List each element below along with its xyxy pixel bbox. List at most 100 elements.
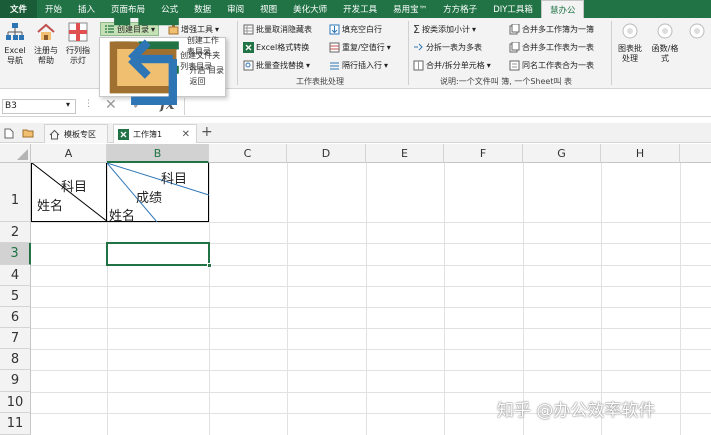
ribbon-separator [237,21,238,85]
function-format-button[interactable]: 函数/格 式 [648,22,682,64]
batch-cancel-hide-button[interactable]: 批量取消隐藏表 [243,22,312,36]
excel-convert-button[interactable]: Excel格式转换 [243,40,309,54]
name-box-dropdown-icon[interactable]: ▾ [66,100,70,109]
repeat-empty-rows-button[interactable]: 重复/空值行 ▾ [329,40,391,54]
row-header-5[interactable]: 5 [0,286,31,307]
spreadsheet-grid: A B C D E F G H 1 2 3 4 5 6 7 8 9 10 11 … [0,144,711,435]
tab-template-zone[interactable]: 模板专区 [44,124,108,143]
row-header-10[interactable]: 10 [0,392,31,413]
circle-icon [657,23,673,39]
cell-a1-header-top: 科目 [61,180,88,195]
row-header-11[interactable]: 11 [0,413,31,435]
row-header-6[interactable]: 6 [0,307,31,328]
merge-same-name-button[interactable]: 同名工作表合为一表 [509,58,594,72]
menu-review[interactable]: 审阅 [219,0,252,18]
tab-workbook-label: 工作簿1 [133,129,163,139]
fill-handle[interactable] [207,263,212,268]
excel-nav-label: Excel 导航 [4,46,26,65]
dropdown-item-toc-return[interactable]: 开启 目录返回 [100,39,225,105]
tab-workbook[interactable]: 工作簿1 ✕ [113,124,197,143]
name-box[interactable]: B3 [2,99,76,114]
sum-by-category-button[interactable]: Σ 按类添加小计 ▾ [413,22,476,36]
create-toc-dropdown: 创建工作表目录 创建文件夹列表目录 开启 目录返回 [99,17,226,105]
merge-sheets-button[interactable]: 合并多工作表为一表 [509,40,594,54]
function-format-label: 函数/格 式 [651,44,679,63]
grid-line [31,349,711,350]
cell-b1[interactable]: 科目 成绩 姓名 [107,163,209,224]
folder-icon[interactable] [22,129,34,138]
menu-data[interactable]: 数据 [186,0,219,18]
merge-workbooks-button[interactable]: 合并多工作簿为一簿 [509,22,594,36]
row-col-highlight-button[interactable]: 行列指 示灯 [62,22,94,66]
excel-nav-button[interactable]: Excel 导航 [2,22,28,66]
new-file-icon[interactable] [4,128,14,139]
insert-rows-icon [330,62,339,69]
column-header-overflow [680,144,711,163]
row-header-3[interactable]: 3 [0,243,31,265]
fill-down-icon [329,24,340,34]
split-table-button[interactable]: 分拆一表为多表 [413,40,482,54]
selected-cell-b3[interactable] [106,242,212,268]
chevron-down-icon: ▾ [486,60,491,70]
column-header-f[interactable]: F [444,144,523,163]
menu-view[interactable]: 视图 [252,0,285,18]
column-header-d[interactable]: D [287,144,366,163]
column-header-b[interactable]: B [107,144,209,163]
same-name-icon [509,60,520,70]
register-help-label: 注册与 帮助 [34,46,58,65]
extra-button[interactable] [684,22,710,44]
merge-split-cells-button[interactable]: 合并/拆分单元格 ▾ [413,58,491,72]
column-header-g[interactable]: G [523,144,601,163]
batch-find-replace-button[interactable]: 批量查找替换 ▾ [243,58,310,72]
menu-developer[interactable]: 开发工具 [335,0,385,18]
menu-file[interactable]: 文件 [0,0,38,18]
cell-a1[interactable]: 科目 姓名 [31,163,108,222]
interval-insert-rows-button[interactable]: 隔行插入行 ▾ [329,58,388,72]
chart-batch-button[interactable]: 图表批 处理 [614,22,646,64]
home-outline-icon [49,129,60,139]
menu-insert[interactable]: 插入 [70,0,103,18]
row-header-2[interactable]: 2 [0,222,31,243]
register-help-button[interactable]: 注册与 帮助 [30,22,62,66]
find-replace-icon [243,60,254,70]
column-header-a[interactable]: A [31,144,107,163]
menu-home[interactable]: 开始 [37,0,70,18]
row-header-1[interactable]: 1 [0,163,31,222]
close-tab-icon[interactable]: ✕ [182,129,190,140]
more-dots-icon: ⋮ [84,99,93,109]
column-header-c[interactable]: C [209,144,287,163]
column-header-e[interactable]: E [366,144,444,163]
ribbon-separator [611,21,612,85]
menu-beautify[interactable]: 美化大师 [285,0,335,18]
grid-line [601,163,602,435]
sheets-icon [243,24,254,34]
row-header-8[interactable]: 8 [0,349,31,370]
workbooks-icon [509,23,520,34]
grid-line [31,328,711,329]
rows-icon [329,42,340,52]
split-table-label: 分拆一表为多表 [426,42,482,52]
menu-diy-toolbox[interactable]: DIY工具箱 [485,0,541,18]
batch-group-label: 工作表批处理 [296,77,344,86]
row-header-4[interactable]: 4 [0,265,31,286]
fill-blank-rows-button[interactable]: 填充空白行 [329,22,382,36]
fill-blank-rows-label: 填充空白行 [342,24,382,34]
select-all-corner[interactable] [0,144,31,163]
menu-fangfang[interactable]: 方方格子 [435,0,485,18]
excel-convert-label: Excel格式转换 [256,42,310,52]
add-tab-icon[interactable]: + [201,124,213,140]
workbook-tab-bar: 模板专区 工作簿1 ✕ + [0,123,711,143]
cell-b1-header-mid: 成绩 [136,191,163,206]
row-header-9[interactable]: 9 [0,370,31,392]
column-header-h[interactable]: H [601,144,680,163]
chevron-down-icon: ▾ [471,24,476,34]
repeat-empty-rows-label: 重复/空值行 [342,42,385,52]
formula-input[interactable] [184,98,709,115]
chevron-down-icon: ▾ [306,60,311,70]
merge-cells-icon [413,60,424,70]
row-header-7[interactable]: 7 [0,328,31,349]
merge-sheets-label: 合并多工作表为一表 [522,42,594,52]
menu-huibangong[interactable]: 慧办公 [540,0,585,18]
menu-easyuse[interactable]: 易用宝™ [385,0,435,18]
excel-icon [243,41,254,53]
